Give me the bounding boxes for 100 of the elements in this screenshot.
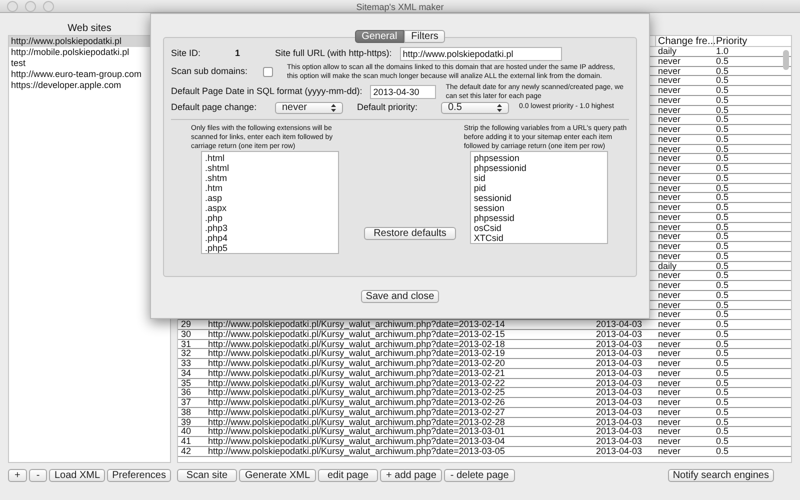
site-url-field[interactable]: http://www.polskiepodatki.pl bbox=[400, 47, 562, 61]
toolbar-button[interactable]: - delete page bbox=[444, 469, 515, 482]
extension-line: .shtml bbox=[205, 163, 230, 173]
toolbar-button[interactable]: edit page bbox=[318, 469, 378, 482]
page-url: http://www.polskiepodatki.pl/Kursy_walut_archiwum.php?date=2013-02-22 bbox=[208, 378, 505, 388]
priority-value: 0.5 bbox=[716, 231, 729, 242]
extension-line: .shtm bbox=[205, 173, 228, 183]
last-modified: 2013-04-03 bbox=[596, 436, 642, 446]
row-number: 32 bbox=[181, 348, 192, 358]
extension-line: .php3 bbox=[205, 223, 229, 233]
change-frequency: never bbox=[658, 319, 681, 329]
last-modified: 2013-04-03 bbox=[596, 378, 642, 388]
save-and-close-button[interactable]: Save and close bbox=[361, 290, 439, 303]
change-frequency: never bbox=[658, 309, 681, 320]
priority-value: 0.5 bbox=[716, 66, 729, 76]
toolbar-button[interactable]: Scan site bbox=[177, 469, 237, 482]
variable-line: sid bbox=[474, 173, 486, 183]
tab[interactable]: Filters bbox=[404, 30, 446, 43]
priority-select[interactable]: 0.5 bbox=[441, 102, 509, 114]
toolbar-button[interactable]: + add page bbox=[380, 469, 442, 482]
variable-line: pid bbox=[474, 183, 487, 193]
change-frequency: never bbox=[658, 426, 681, 436]
change-frequency: never bbox=[658, 338, 681, 348]
tab[interactable]: General bbox=[354, 30, 404, 43]
restore-defaults-button[interactable]: Restore defaults bbox=[364, 227, 456, 240]
site-id-value: 1 bbox=[235, 47, 242, 60]
priority-value: 1.0 bbox=[716, 46, 729, 56]
stepper-icon bbox=[331, 104, 336, 112]
close-button[interactable] bbox=[7, 0, 18, 12]
change-frequency: daily bbox=[658, 46, 677, 56]
toolbar-button[interactable]: Load XML bbox=[49, 469, 106, 482]
priority-value: 0.5 bbox=[716, 94, 729, 105]
change-frequency: never bbox=[658, 280, 681, 290]
page-url: http://www.polskiepodatki.pl/Kursy_walut_archiwum.php?date=2013-03-04 bbox=[208, 436, 505, 446]
priority-value: 0.5 bbox=[716, 348, 729, 358]
change-frequency: daily bbox=[658, 260, 677, 270]
priority-label: Default priority: bbox=[357, 100, 419, 114]
extension-line: .asp bbox=[205, 193, 224, 203]
toolbar-button[interactable]: Preferences bbox=[107, 469, 171, 482]
priority-value: 0.5 bbox=[716, 104, 729, 114]
change-frequency: never bbox=[658, 328, 681, 339]
change-select[interactable]: never bbox=[275, 102, 343, 114]
change-frequency: never bbox=[658, 368, 681, 378]
extensions-field[interactable]: .html .shtml .shtm .htm .asp .aspx .php .php3 .php4 .php5 bbox=[201, 151, 339, 254]
change-frequency: never bbox=[658, 66, 681, 76]
priority-value: 0.5 bbox=[716, 378, 729, 388]
last-modified: 2013-04-03 bbox=[596, 368, 642, 378]
priority-value: 0.5 bbox=[716, 163, 729, 173]
row-number: 33 bbox=[181, 358, 192, 368]
last-modified: 2013-04-03 bbox=[596, 328, 642, 339]
row-number: 31 bbox=[181, 338, 192, 348]
window-title: Sitemap's XML maker bbox=[356, 2, 444, 12]
variables-field[interactable]: phpsession phpsessionid sid pid sessionid session phpsessid osCsid XTCsid bbox=[470, 151, 608, 244]
page-url: http://www.polskiepodatki.pl/Kursy_walut_archiwum.php?date=2013-02-28 bbox=[208, 416, 505, 426]
minimize-button[interactable] bbox=[25, 0, 36, 12]
extension-line: .php5 bbox=[205, 243, 229, 253]
last-modified: 2013-04-03 bbox=[596, 416, 642, 426]
zoom-button[interactable] bbox=[43, 0, 54, 12]
priority-value: 0.5 bbox=[716, 241, 729, 251]
row-number: 40 bbox=[181, 426, 192, 436]
row-number: 29 bbox=[181, 319, 192, 329]
change-frequency: never bbox=[658, 56, 681, 66]
priority-value: 0.5 bbox=[716, 397, 729, 407]
panel-title: Web sites bbox=[68, 22, 112, 35]
priority-value: 0.5 bbox=[716, 212, 729, 222]
row-number: 38 bbox=[181, 406, 192, 417]
row-number: 35 bbox=[181, 378, 192, 388]
change-frequency: never bbox=[658, 436, 681, 446]
priority-value: 0.5 bbox=[716, 144, 729, 154]
change-frequency: never bbox=[658, 231, 681, 242]
page-url: http://www.polskiepodatki.pl/Kursy_walut_archiwum.php?date=2013-02-26 bbox=[208, 397, 505, 407]
page-url: http://www.polskiepodatki.pl/Kursy_walut_archiwum.php?date=2013-02-19 bbox=[208, 348, 505, 358]
scan-checkbox[interactable] bbox=[263, 67, 273, 77]
column-header[interactable]: Change fre... bbox=[656, 36, 714, 46]
priority-value: 0.5 bbox=[716, 280, 729, 290]
toolbar-button[interactable]: - bbox=[28, 469, 48, 482]
site-id-label: Site ID: bbox=[171, 47, 202, 60]
row-number: 42 bbox=[181, 446, 192, 456]
change-frequency: never bbox=[658, 358, 681, 368]
column-header[interactable]: Priority bbox=[714, 36, 771, 46]
row-number: 37 bbox=[181, 397, 192, 407]
toolbar-button[interactable]: Generate XML bbox=[239, 469, 316, 482]
variable-line: sessionid bbox=[474, 193, 512, 203]
change-frequency: never bbox=[658, 348, 681, 358]
extension-line: .php bbox=[205, 213, 224, 223]
change-frequency: never bbox=[658, 212, 681, 222]
scrollbar[interactable] bbox=[783, 50, 789, 70]
row-number: 36 bbox=[181, 387, 192, 398]
change-frequency: never bbox=[658, 406, 681, 417]
last-modified: 2013-04-03 bbox=[596, 387, 642, 398]
priority-value: 0.5 bbox=[716, 446, 729, 456]
date-label: Default Page Date in SQL format (yyyy-mm-dd): bbox=[171, 84, 362, 98]
date-field[interactable]: 2013-04-30 bbox=[370, 84, 436, 98]
priority-value: 0.5 bbox=[716, 134, 729, 144]
variable-line: phpsessionid bbox=[474, 163, 528, 173]
toolbar-button[interactable]: + bbox=[8, 469, 27, 482]
change-frequency: never bbox=[658, 75, 681, 86]
notify-button[interactable]: Notify search engines bbox=[668, 469, 774, 482]
stepper-icon bbox=[497, 104, 502, 112]
change-frequency: never bbox=[658, 446, 681, 456]
